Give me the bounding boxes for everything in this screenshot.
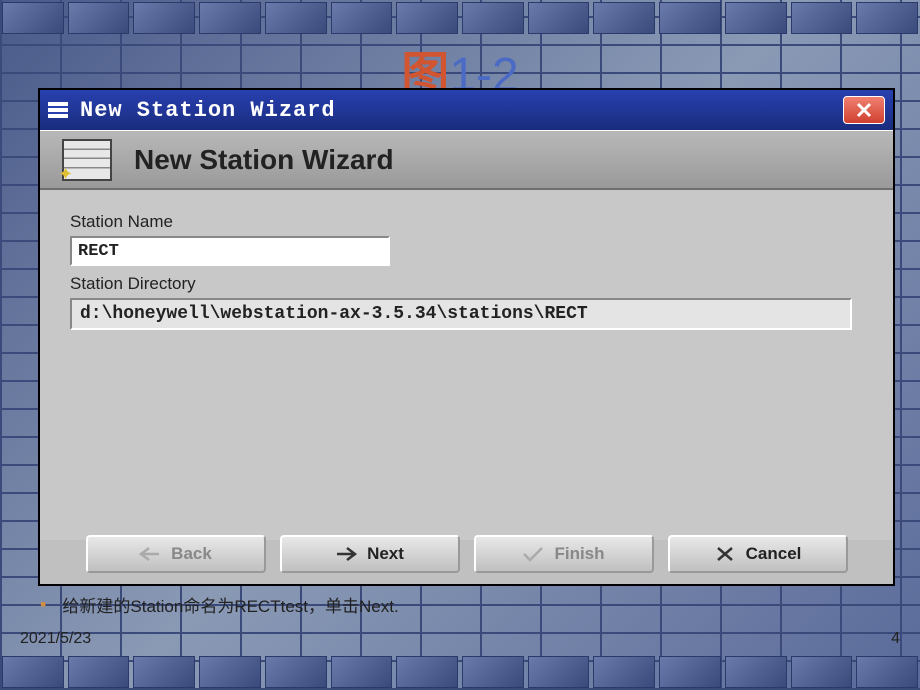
slide-caption: ▪ 给新建的Station命名为RECTtest，单击Next.	[40, 592, 399, 617]
wizard-header-text: New Station Wizard	[134, 144, 394, 176]
bullet-icon: ▪	[40, 594, 46, 615]
back-button[interactable]: Back	[86, 535, 266, 573]
app-icon	[48, 102, 68, 118]
window-title: New Station Wizard	[80, 98, 843, 123]
station-dir-label: Station Directory	[70, 274, 863, 294]
slide-footer: 2021/5/23 4	[20, 630, 900, 648]
close-icon	[856, 102, 872, 118]
arrow-left-icon	[139, 546, 161, 562]
wizard-button-bar: Back Next Finish Cancel	[40, 524, 893, 584]
next-button-label: Next	[367, 544, 404, 564]
wizard-content: Station Name Station Directory d:\honeyw…	[40, 190, 893, 540]
station-name-label: Station Name	[70, 212, 863, 232]
wizard-header: New Station Wizard	[40, 130, 893, 190]
finish-button[interactable]: Finish	[474, 535, 654, 573]
cancel-button[interactable]: Cancel	[668, 535, 848, 573]
station-dir-value: d:\honeywell\webstation-ax-3.5.34\statio…	[70, 298, 852, 330]
finish-button-label: Finish	[554, 544, 604, 564]
slide-caption-text: 给新建的Station命名为RECTtest，单击Next.	[62, 592, 398, 617]
wizard-window: New Station Wizard New Station Wizard St…	[38, 88, 895, 586]
decor-bricks-top	[0, 0, 920, 36]
back-button-label: Back	[171, 544, 212, 564]
titlebar[interactable]: New Station Wizard	[40, 90, 893, 130]
station-icon	[62, 139, 112, 181]
x-icon	[714, 546, 736, 562]
station-name-input[interactable]	[70, 236, 390, 266]
slide-page-number: 4	[891, 630, 900, 648]
slide-date: 2021/5/23	[20, 630, 91, 648]
check-icon	[522, 546, 544, 562]
arrow-right-icon	[335, 546, 357, 562]
cancel-button-label: Cancel	[746, 544, 802, 564]
close-button[interactable]	[843, 96, 885, 124]
decor-bricks-bottom	[0, 654, 920, 690]
next-button[interactable]: Next	[280, 535, 460, 573]
